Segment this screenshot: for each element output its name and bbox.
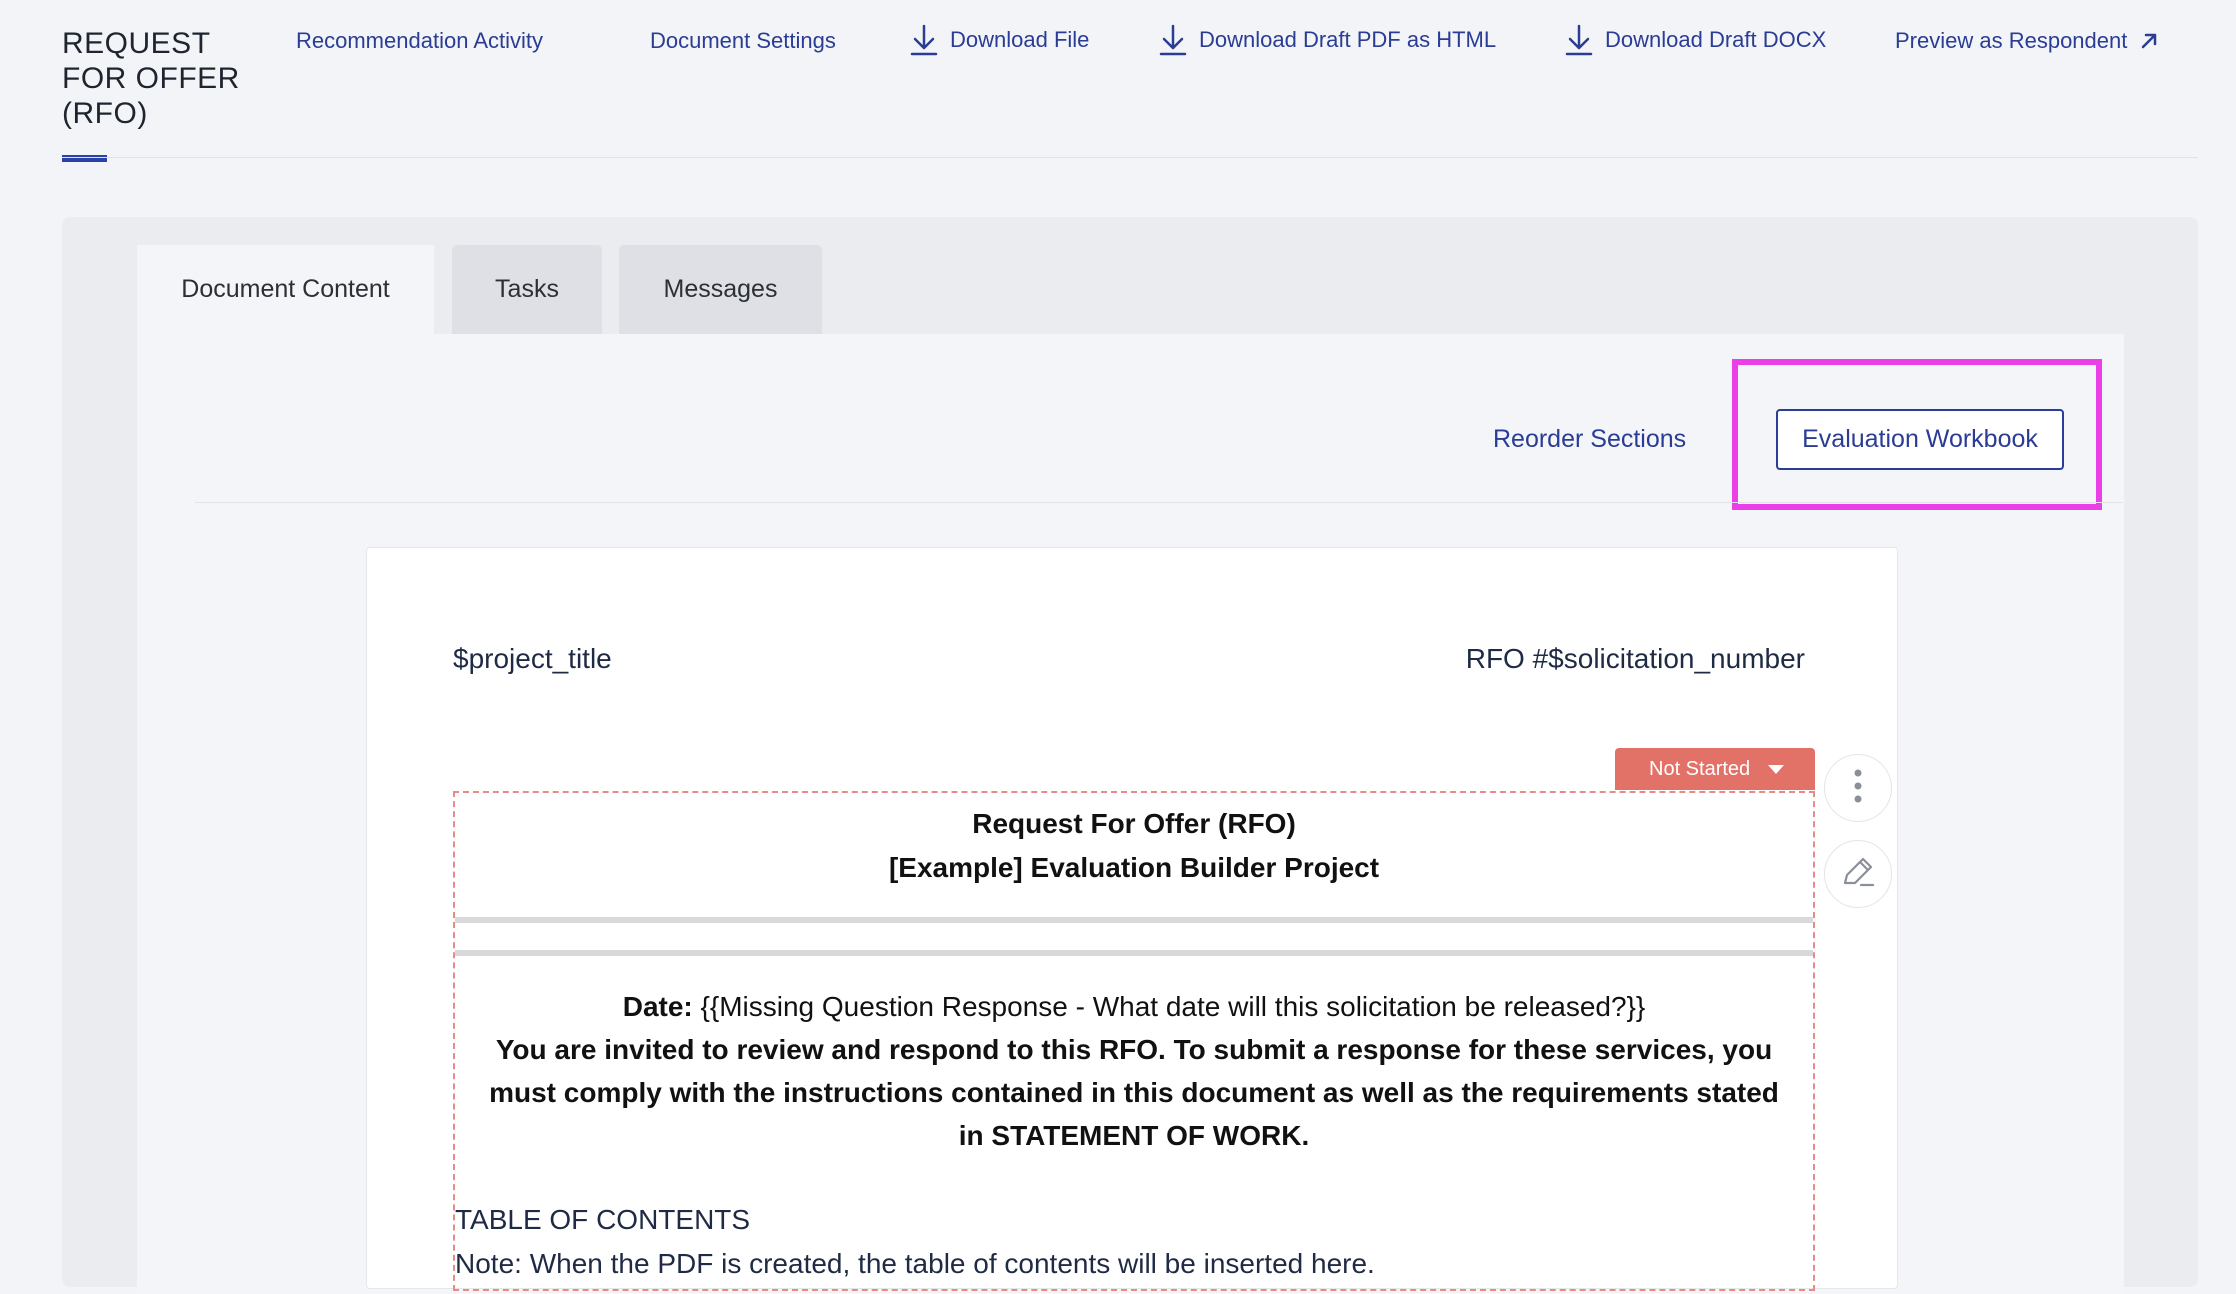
status-label: Not Started [1649, 757, 1751, 780]
evaluation-workbook-button[interactable]: Evaluation Workbook [1776, 409, 2064, 470]
download-draft-docx-label: Download Draft DOCX [1605, 27, 1827, 52]
date-line: Date: {{Missing Question Response - What… [455, 985, 1813, 1028]
date-value: {{Missing Question Response - What date … [692, 991, 1646, 1022]
section-subheading: [Example] Evaluation Builder Project [888, 852, 1380, 883]
download-icon [910, 24, 938, 56]
tab-messages[interactable]: Messages [619, 245, 822, 334]
section-status-dropdown[interactable]: Not Started [1615, 748, 1815, 790]
invite-line: You are invited to review and respond to… [495, 1034, 1773, 1065]
page-title: REQUEST FOR OFFER (RFO) [62, 27, 240, 130]
content-divider [195, 502, 2123, 503]
reorder-sections-link[interactable]: Reorder Sections [1493, 425, 1686, 454]
toc-title: TABLE OF CONTENTS [455, 1204, 751, 1235]
tab-label: Messages [663, 275, 778, 303]
document-settings-label: Document Settings [650, 28, 836, 53]
tab-label: Document Content [181, 275, 390, 303]
recommendation-activity-label: Recommendation Activity [296, 28, 543, 53]
toc-note: Note: When the PDF is created, the table… [455, 1248, 1375, 1279]
download-icon [1159, 24, 1187, 56]
more-options-button[interactable] [1824, 754, 1892, 822]
download-draft-pdf-label: Download Draft PDF as HTML [1199, 27, 1497, 52]
tab-document-content[interactable]: Document Content [137, 245, 434, 334]
section-rule [455, 950, 1813, 956]
download-draft-pdf-link[interactable]: Download Draft PDF as HTML [1159, 24, 1496, 56]
download-file-link[interactable]: Download File [910, 24, 1089, 56]
section-rule [455, 917, 1813, 923]
document-settings-link[interactable]: Document Settings [650, 28, 836, 54]
external-link-icon [2139, 31, 2159, 51]
nav-divider [62, 157, 2198, 158]
caret-down-icon [1768, 764, 1785, 774]
document-header-number: RFO #$solicitation_number [1465, 643, 1805, 674]
download-icon [1565, 24, 1593, 56]
tab-tasks[interactable]: Tasks [452, 245, 602, 334]
download-file-label: Download File [950, 27, 1090, 52]
preview-as-respondent-label: Preview as Respondent [1895, 28, 2128, 53]
date-label: Date: [622, 991, 693, 1022]
preview-as-respondent-link[interactable]: Preview as Respondent [1895, 28, 2159, 54]
pencil-icon [1839, 853, 1877, 896]
recommendation-activity-link[interactable]: Recommendation Activity [296, 28, 543, 54]
document-header-title: $project_title [453, 643, 612, 674]
section-heading: Request For Offer (RFO) [972, 808, 1296, 839]
edit-section-button[interactable] [1824, 840, 1892, 908]
invite-line: must comply with the instructions contai… [489, 1077, 1779, 1108]
evaluation-workbook-label: Evaluation Workbook [1802, 425, 2038, 453]
tab-label: Tasks [495, 275, 559, 303]
download-draft-docx-link[interactable]: Download Draft DOCX [1565, 24, 1826, 56]
more-vertical-icon [1853, 768, 1863, 809]
invite-line: in STATEMENT OF WORK. [958, 1120, 1310, 1151]
